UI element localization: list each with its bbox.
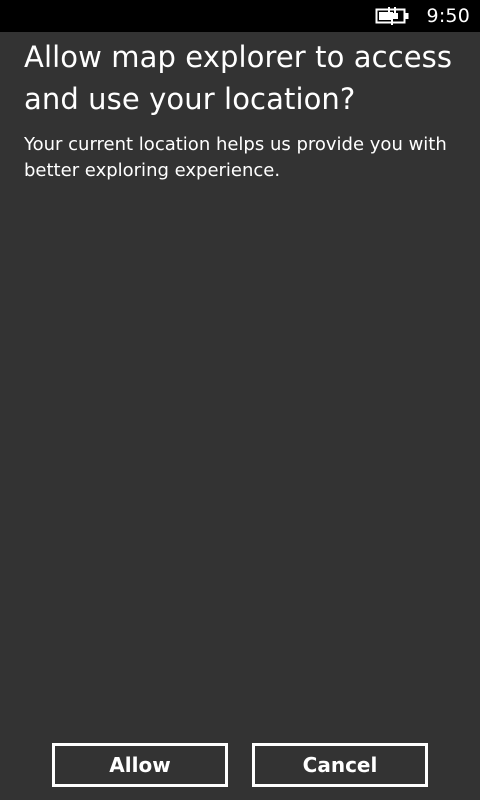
dialog-buttons: Allow Cancel — [52, 743, 428, 787]
dialog-content: Allow map explorer to access and use you… — [24, 36, 464, 184]
status-bar: 9:50 — [0, 0, 480, 32]
clock: 9:50 — [426, 5, 470, 27]
status-icons: 9:50 — [375, 0, 470, 32]
dialog-description: Your current location helps us provide y… — [24, 134, 447, 181]
allow-button[interactable]: Allow — [52, 743, 228, 787]
battery-charging-icon — [375, 5, 411, 27]
dialog-title: Allow map explorer to access and use you… — [24, 40, 453, 116]
cancel-button[interactable]: Cancel — [252, 743, 428, 787]
